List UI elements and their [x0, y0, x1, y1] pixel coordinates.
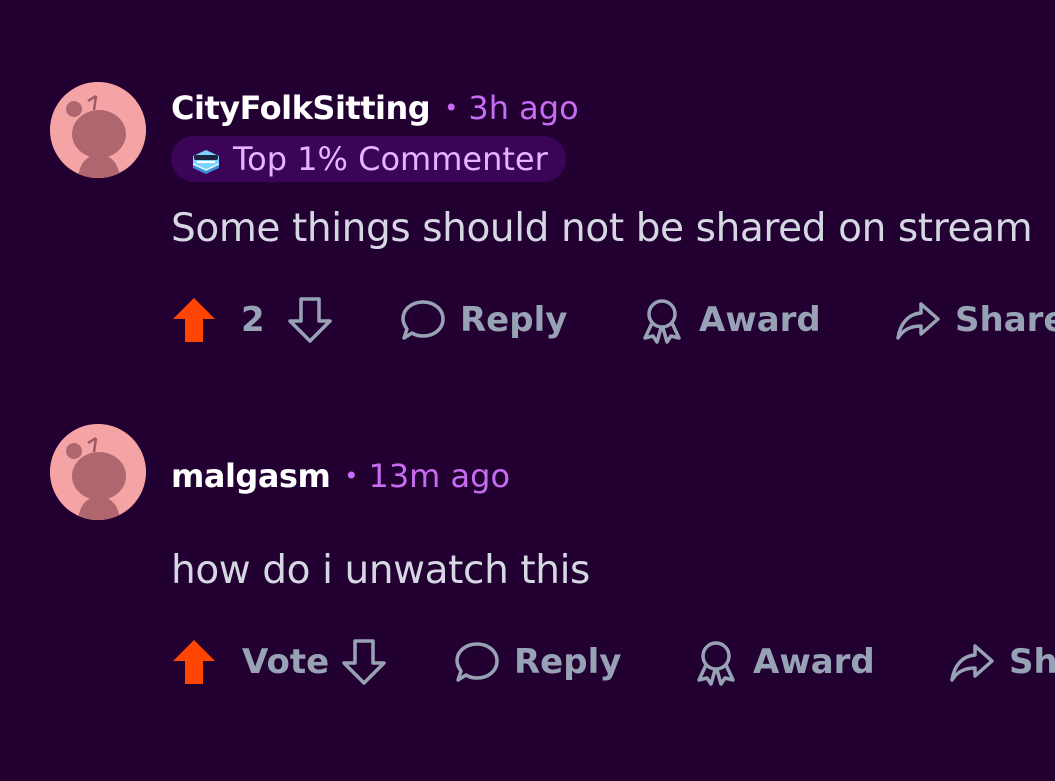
vote-count: Vote [242, 642, 330, 682]
snoo-avatar-icon [50, 82, 146, 178]
separator-dot: • [444, 94, 459, 122]
share-label: Share [955, 300, 1055, 340]
comment-actions: Vote Reply Award Share [171, 637, 1055, 687]
sunglasses-emoji-icon [192, 150, 220, 174]
award-button[interactable]: Award [693, 637, 875, 687]
reply-label: Reply [460, 300, 568, 340]
reply-button[interactable]: Reply [400, 295, 567, 345]
snoo-avatar-icon [50, 424, 146, 520]
comment-header: CityFolkSitting • 3h ago [171, 88, 579, 128]
downvote-button[interactable] [341, 637, 387, 687]
share-arrow-icon [950, 644, 994, 682]
timestamp[interactable]: 3h ago [468, 89, 578, 127]
vote-count: 2 [241, 300, 265, 340]
comment-header: malgasm • 13m ago [171, 456, 510, 496]
speech-bubble-icon [455, 642, 499, 682]
avatar[interactable] [50, 82, 146, 178]
downvote-button[interactable] [287, 295, 333, 345]
flair-text: Top 1% Commenter [233, 140, 548, 178]
timestamp[interactable]: 13m ago [368, 457, 510, 495]
upvote-button[interactable] [171, 637, 217, 687]
award-ribbon-icon [697, 641, 735, 686]
upvote-button[interactable] [171, 295, 217, 345]
author-name[interactable]: malgasm [171, 457, 331, 495]
share-label: Share [1009, 642, 1055, 682]
share-button[interactable]: Share [949, 637, 1055, 687]
award-ribbon-icon [643, 299, 681, 344]
award-button[interactable]: Award [639, 295, 821, 345]
downvote-arrow-icon [288, 297, 332, 343]
reply-button[interactable]: Reply [454, 637, 621, 687]
award-label: Award [699, 300, 821, 340]
author-name[interactable]: CityFolkSitting [171, 89, 431, 127]
comment-body: how do i unwatch this [171, 548, 590, 593]
user-flair: Top 1% Commenter [171, 136, 566, 182]
speech-bubble-icon [401, 300, 445, 340]
share-button[interactable]: Share [895, 295, 1055, 345]
reply-label: Reply [514, 642, 622, 682]
award-label: Award [753, 642, 875, 682]
separator-dot: • [344, 462, 359, 490]
upvote-arrow-icon [173, 298, 215, 342]
comment-actions: 2 Reply Award Share [171, 295, 1055, 345]
avatar[interactable] [50, 424, 146, 520]
upvote-arrow-icon [173, 640, 215, 684]
downvote-arrow-icon [342, 639, 386, 685]
share-arrow-icon [896, 302, 940, 340]
comment-body: Some things should not be shared on stre… [171, 206, 1033, 251]
